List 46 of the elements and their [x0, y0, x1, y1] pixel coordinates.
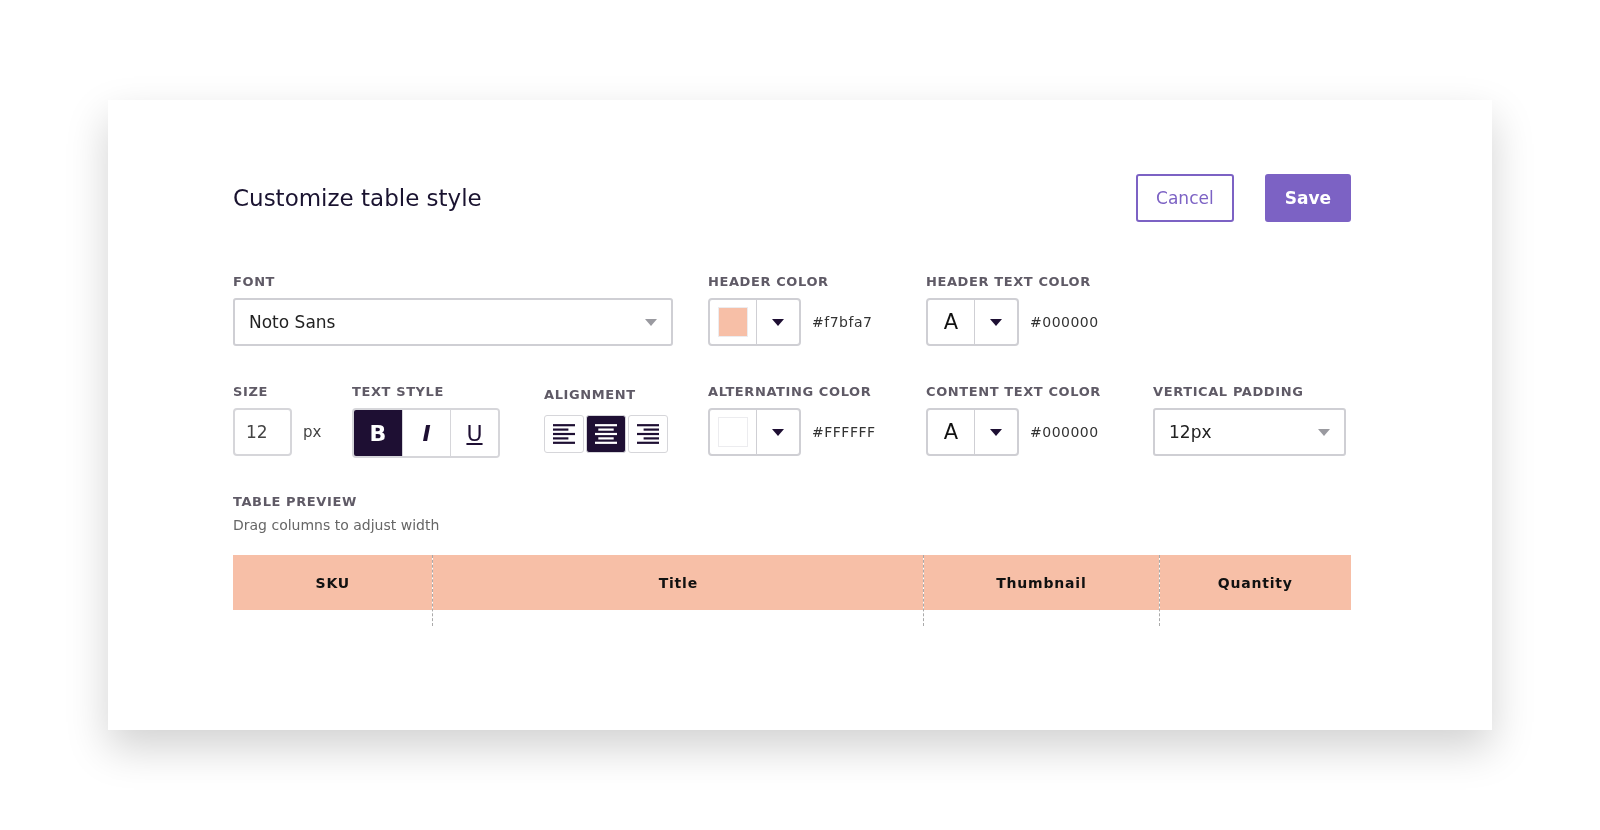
- field-label: CONTENT TEXT COLOR: [926, 384, 1102, 399]
- font-select[interactable]: Noto Sans: [233, 298, 673, 346]
- field-label: HEADER COLOR: [708, 274, 830, 289]
- text-color-glyph: A: [943, 420, 959, 444]
- align-left-button[interactable]: [544, 415, 584, 453]
- unit-label: px: [303, 423, 322, 441]
- hint-text: Drag columns to adjust width: [233, 517, 441, 533]
- save-button[interactable]: Save: [1264, 174, 1351, 222]
- bold-button[interactable]: B: [354, 410, 402, 456]
- hex-value: #000000: [1030, 314, 1099, 330]
- column-header[interactable]: Thumbnail: [924, 555, 1159, 610]
- hex-value: #f7bfa7: [812, 314, 873, 330]
- color-picker[interactable]: A: [926, 408, 1019, 456]
- color-picker[interactable]: A: [926, 298, 1019, 346]
- section-label: TABLE PREVIEW: [233, 494, 358, 509]
- caret-icon: [990, 428, 1002, 436]
- column-header[interactable]: Quantity: [1159, 555, 1351, 610]
- caret-icon: [772, 318, 784, 326]
- dialog-title: Customize table style: [233, 185, 482, 211]
- color-picker[interactable]: [708, 298, 801, 346]
- hex-value: #000000: [1030, 424, 1099, 440]
- size-input[interactable]: 12: [233, 408, 292, 456]
- color-picker[interactable]: [708, 408, 801, 456]
- align-right-icon: [637, 423, 659, 445]
- field-label: ALTERNATING COLOR: [708, 384, 873, 399]
- column-header[interactable]: SKU: [233, 555, 433, 610]
- field-label: VERTICAL PADDING: [1153, 384, 1305, 399]
- hex-value: #FFFFFF: [812, 424, 876, 440]
- align-center-button[interactable]: [586, 415, 626, 453]
- field-label: SIZE: [233, 384, 269, 399]
- field-label: ALIGNMENT: [544, 387, 637, 402]
- underline-button[interactable]: U: [450, 410, 498, 456]
- field-label: HEADER TEXT COLOR: [926, 274, 1092, 289]
- cancel-button[interactable]: Cancel: [1136, 174, 1234, 222]
- text-color-glyph: A: [943, 310, 959, 334]
- caret-icon: [772, 428, 784, 436]
- align-center-icon: [595, 423, 617, 445]
- caret-icon: [1318, 428, 1330, 436]
- padding-select[interactable]: 12px: [1153, 408, 1346, 456]
- field-label: TEXT STYLE: [352, 384, 445, 399]
- caret-icon: [645, 318, 657, 326]
- field-label: FONT: [233, 274, 277, 289]
- align-left-icon: [553, 423, 575, 445]
- align-right-button[interactable]: [628, 415, 668, 453]
- column-header[interactable]: Title: [433, 555, 924, 610]
- caret-icon: [990, 318, 1002, 326]
